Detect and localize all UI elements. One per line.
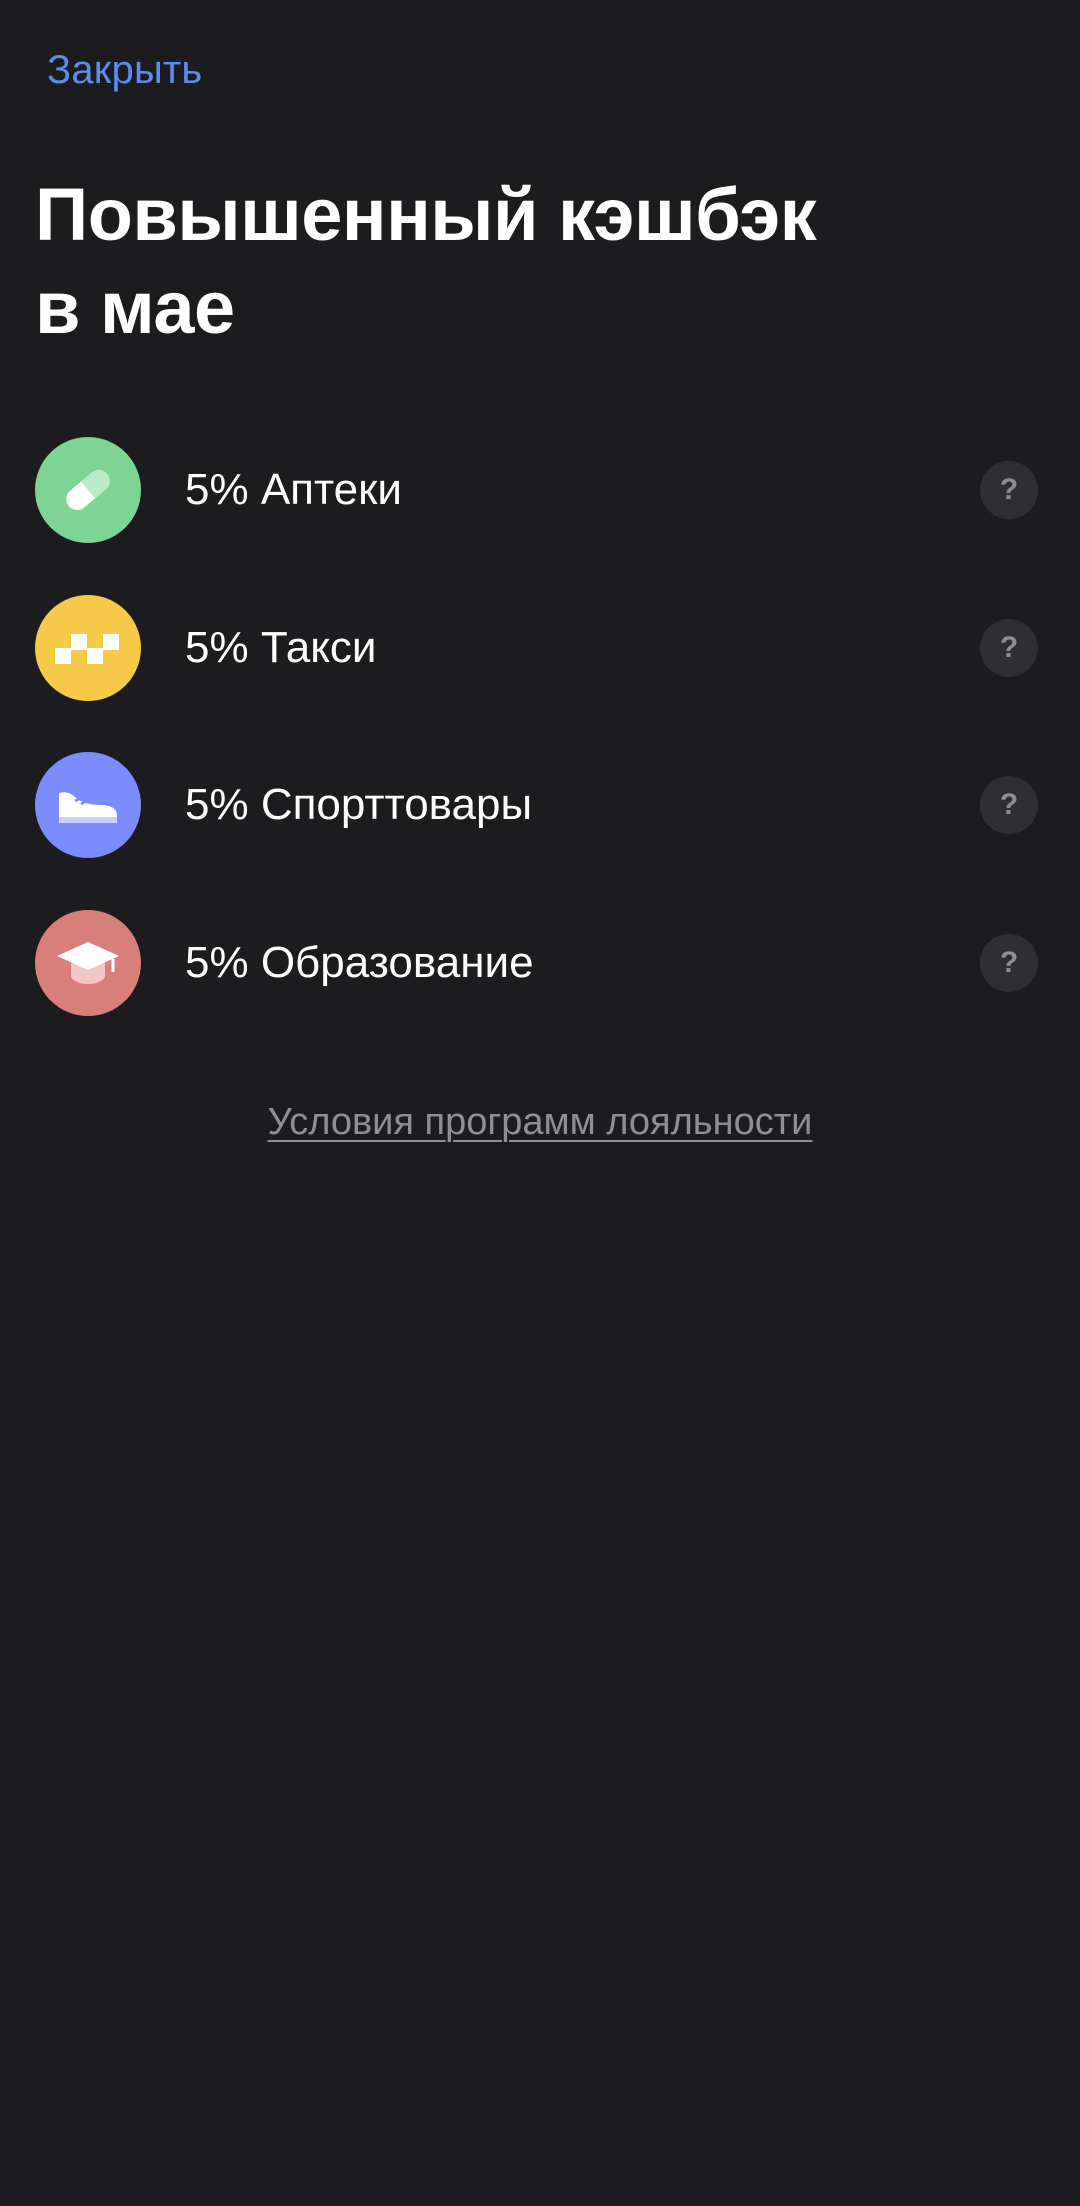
bottom-sheet: Закрыть Повышенный кэшбэк в мае 5% Аптек…	[0, 0, 1080, 2206]
cashback-item-taxi[interactable]: 5% Такси ?	[0, 594, 1080, 753]
help-button[interactable]: ?	[980, 461, 1038, 519]
question-icon: ?	[999, 630, 1019, 664]
taxi-checker-icon	[35, 594, 141, 701]
question-icon: ?	[999, 473, 1019, 506]
help-button[interactable]: ?	[980, 776, 1038, 834]
cashback-item-label: 5% Спорттовары	[185, 780, 533, 829]
cashback-item-pharmacy[interactable]: 5% Аптеки ?	[0, 437, 1080, 595]
cashback-item-label: 5% Аптеки	[185, 465, 402, 514]
cashback-category-list: 5% Аптеки ? 5% Такси ? 5% Спорттовары ? …	[0, 437, 1080, 1067]
question-icon: ?	[999, 788, 1019, 821]
sneaker-icon	[35, 752, 141, 858]
page-title: Повышенный кэшбэк в мае	[35, 168, 995, 354]
cashback-item-label: 5% Такси	[185, 622, 377, 672]
graduation-cap-icon	[35, 909, 141, 1016]
cashback-item-education[interactable]: 5% Образование ?	[0, 909, 1080, 1068]
pill-icon	[35, 437, 141, 543]
help-button[interactable]: ?	[980, 933, 1038, 992]
page-title-text: Повышенный кэшбэк в мае	[35, 173, 817, 349]
close-button[interactable]: Закрыть	[47, 42, 202, 98]
help-button[interactable]: ?	[980, 618, 1038, 677]
loyalty-terms-link[interactable]: Условия программ лояльности	[0, 1096, 1080, 1148]
question-icon: ?	[999, 945, 1019, 979]
cashback-item-sport[interactable]: 5% Спорттовары ?	[0, 752, 1080, 910]
cashback-item-label: 5% Образование	[185, 937, 534, 987]
